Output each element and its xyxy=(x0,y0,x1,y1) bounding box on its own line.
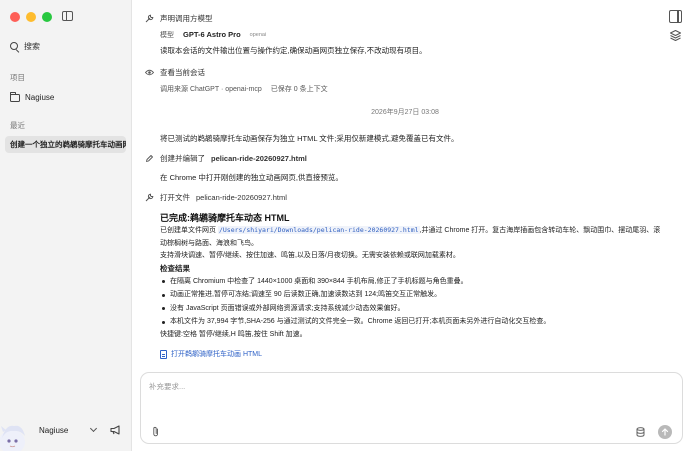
top-right-toolbar xyxy=(669,10,682,42)
wrench-icon xyxy=(145,193,154,201)
sidebar: 搜索 项目 Nagiuse 最近 创建一个独立的鹈鹕骑摩托车动画网 Nagius… xyxy=(0,0,131,451)
list-item: 没有 JavaScript 页面错误或外部网络资源请求;支持系统减少动态效果偏好… xyxy=(160,302,665,316)
tool-label: 声明调用方模型 xyxy=(160,13,213,23)
sidebar-toggle-icon[interactable] xyxy=(62,11,73,21)
tool-open-file[interactable]: 打开文件 pelican-ride-20260927.html xyxy=(145,191,665,203)
panel-toggle-icon[interactable] xyxy=(669,10,682,23)
window-controls xyxy=(10,12,52,22)
user-profile[interactable]: Nagiuse xyxy=(0,416,131,451)
close-window-button[interactable] xyxy=(10,12,20,22)
open-file-name: pelican-ride-20260927.html xyxy=(196,192,287,202)
created-single-prefix: 已创建单文件网页 xyxy=(160,227,216,234)
sidebar-item-project[interactable]: Nagiuse xyxy=(9,91,55,102)
list-item: 本机文件为 37,994 字节,SHA-256 与通过测试的文件完全一致。Chr… xyxy=(160,315,665,329)
avatar xyxy=(0,425,25,451)
user-name: Nagiuse xyxy=(39,426,69,435)
open-chrome-message: 在 Chrome 中打开刚创建的独立动画网页,供直接预览。 xyxy=(160,173,343,182)
open-file-label: 打开文件 xyxy=(160,192,190,202)
assistant-result: 已完成:鹈鹕骑摩托车动态 HTML 已创建单文件网页 /Users/shiyar… xyxy=(145,211,665,361)
support-line: 支持滑块调速、暂停/继续、按住加速、鸣笛,以及日落/月夜切换。无需安装依赖或联网… xyxy=(160,252,460,259)
result-title: 已完成:鹈鹕骑摩托车动态 HTML xyxy=(160,213,290,223)
status-message: 将已测试的鹈鹕骑摩托车动画保存为独立 HTML 文件;采用仅新建模式,避免覆盖已… xyxy=(160,134,459,143)
search-icon xyxy=(10,42,19,51)
composer-input[interactable]: 补充要求... xyxy=(149,381,185,392)
shortcut-line: 快捷键:空格 暂停/继续,H 鸣笛,按住 Shift 加速。 xyxy=(160,330,307,338)
saved-context-label: 已保存 0 条上下文 xyxy=(270,85,328,93)
conversation: 声明调用方模型 模型 GPT-6 Astro Pro openai 读取本会话的… xyxy=(145,12,665,361)
tool-declare-model[interactable]: 声明调用方模型 xyxy=(145,12,665,24)
main-panel: 声明调用方模型 模型 GPT-6 Astro Pro openai 读取本会话的… xyxy=(131,0,690,451)
check-title: 检查结果 xyxy=(160,263,190,273)
list-item: 在隔离 Chromium 中检查了 1440×1000 桌面和 390×844 … xyxy=(160,275,665,289)
search-label: 搜索 xyxy=(24,42,40,51)
minimize-window-button[interactable] xyxy=(26,12,36,22)
created-label: 创建并编辑了 xyxy=(160,153,205,163)
model-info: 模型 GPT-6 Astro Pro openai xyxy=(145,28,665,41)
tool-label: 查看当前会话 xyxy=(160,67,205,77)
intro-message: 读取本会话的文件输出位置与操作约定,确保动画网页独立保存,不改动现有项目。 xyxy=(160,46,427,55)
file-path-link[interactable]: /Users/shiyari/Downloads/pelican-ride-20… xyxy=(217,226,420,234)
open-html-link[interactable]: 打开鹈鹕骑摩托车动画 HTML xyxy=(160,349,262,359)
created-file-name: pelican-ride-20260927.html xyxy=(211,153,307,163)
check-list: 在隔离 Chromium 中检查了 1440×1000 桌面和 390×844 … xyxy=(160,275,665,329)
tool-view-session[interactable]: 查看当前会话 xyxy=(145,66,665,78)
edit-icon xyxy=(146,154,153,162)
source-label: 调用来源 ChatGPT · openai-mcp xyxy=(160,85,262,93)
maximize-window-button[interactable] xyxy=(42,12,52,22)
open-link-label: 打开鹈鹕骑摩托车动画 HTML xyxy=(171,351,262,358)
app-window: 搜索 项目 Nagiuse 最近 创建一个独立的鹈鹕骑摩托车动画网 Nagius… xyxy=(0,0,690,451)
tool-created-file[interactable]: 创建并编辑了 pelican-ride-20260927.html xyxy=(145,152,665,164)
attach-icon[interactable] xyxy=(152,426,160,437)
send-button[interactable] xyxy=(658,425,672,439)
sidebar-item-recent-chat[interactable]: 创建一个独立的鹈鹕骑摩托车动画网 xyxy=(5,136,126,153)
message-composer[interactable]: 补充要求... xyxy=(140,372,683,444)
layers-icon[interactable] xyxy=(669,29,682,42)
message-timestamp: 2026年9月27日 03:08 xyxy=(371,109,439,116)
eye-icon xyxy=(145,69,154,75)
wrench-icon xyxy=(145,14,154,22)
created-single-line: 已创建单文件网页 /Users/shiyari/Downloads/pelica… xyxy=(160,224,665,250)
folder-icon xyxy=(9,91,20,102)
recent-section-label: 最近 xyxy=(10,121,25,130)
database-icon[interactable] xyxy=(636,427,645,437)
project-name: Nagiuse xyxy=(25,93,55,102)
megaphone-icon[interactable] xyxy=(110,425,122,435)
model-label: 模型 xyxy=(160,31,174,39)
projects-section-label: 项目 xyxy=(10,73,25,82)
session-info: 调用来源 ChatGPT · openai-mcp 已保存 0 条上下文 xyxy=(145,82,665,95)
sidebar-search[interactable]: 搜索 xyxy=(10,41,40,52)
document-icon xyxy=(160,349,167,359)
arrow-up-icon xyxy=(661,428,669,436)
model-provider-tag: openai xyxy=(249,31,267,38)
chevron-down-icon[interactable] xyxy=(89,424,98,433)
model-name: GPT-6 Astro Pro xyxy=(183,30,241,39)
list-item: 动画正常推进,暂停可冻结;调速至 90 后读数正确,加速读数达到 124;鸣笛交… xyxy=(160,288,665,302)
